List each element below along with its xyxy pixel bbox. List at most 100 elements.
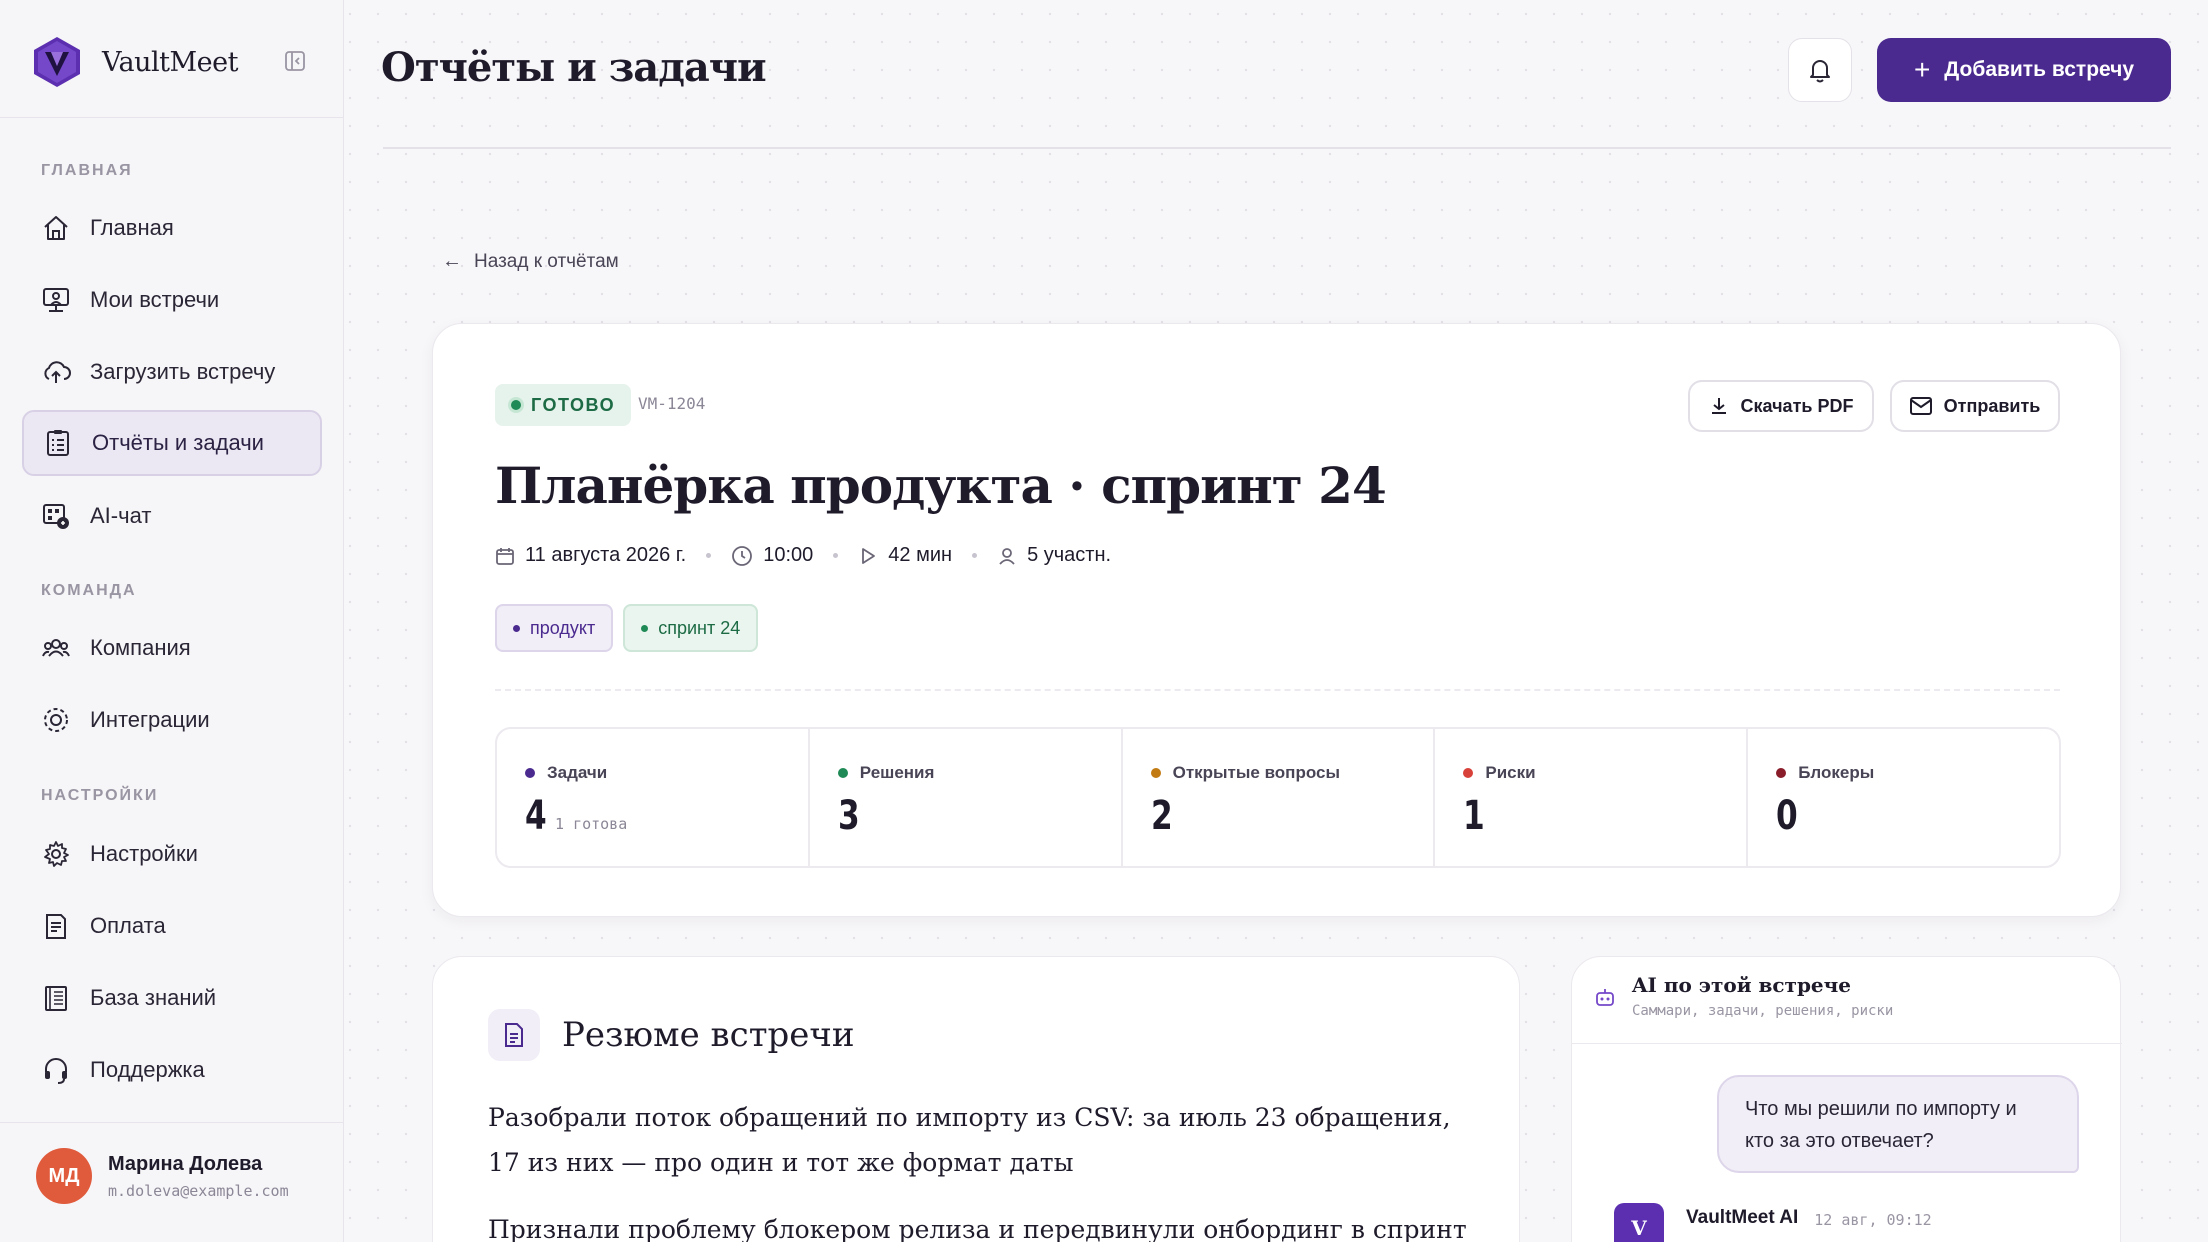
- brand[interactable]: VaultMeet: [30, 34, 320, 90]
- robot-icon: [1594, 987, 1616, 1019]
- section-label-team: КОМАНДА: [41, 582, 137, 599]
- sidebar-item-upload[interactable]: Загрузить встречу: [22, 339, 322, 405]
- sidebar-item-support[interactable]: Поддержка: [22, 1037, 322, 1103]
- vaultmeet-logo-icon: [34, 37, 80, 87]
- sidebar-item-label: Отчёты и задачи: [92, 430, 264, 455]
- integrations-icon: [40, 704, 72, 736]
- sidebar-item-my-meetings[interactable]: Мои встречи: [22, 267, 322, 333]
- sidebar-item-label: Поддержка: [90, 1057, 205, 1082]
- summary-paragraph: Признали проблему блокером релиза и пере…: [488, 1215, 1467, 1242]
- meeting-id: VM-1204: [638, 394, 706, 413]
- status-dot: [511, 400, 521, 410]
- sidebar-item-label: Главная: [90, 215, 174, 240]
- notifications-button[interactable]: [1788, 38, 1852, 102]
- report-icon: [42, 427, 74, 459]
- stat-value: 1: [1463, 793, 1486, 839]
- download-pdf-button[interactable]: Скачать PDF: [1688, 380, 1874, 432]
- meeting-participants: 5 участн.: [997, 544, 1111, 567]
- add-meeting-button[interactable]: + Добавить встречу: [1877, 38, 2171, 102]
- stat-value: 0: [1776, 793, 1798, 839]
- download-pdf-label: Скачать PDF: [1740, 395, 1854, 416]
- ai-panel-divider: [1572, 1043, 2122, 1044]
- meeting-card: ГОТОВО VM-1204 Скачать PDF Отправить Пла…: [432, 323, 2121, 917]
- ai-chat-icon: [40, 500, 72, 532]
- stat-blockers[interactable]: Блокеры 0: [1748, 729, 2059, 866]
- user-profile[interactable]: МД Марина Долева m.doleva@example.com: [36, 1148, 308, 1204]
- brand-name: VaultMeet: [102, 46, 238, 78]
- sidebar-item-company[interactable]: Компания: [22, 615, 322, 681]
- stat-value: 3: [837, 793, 860, 839]
- sidebar-item-ai-chat[interactable]: AI-чат: [22, 483, 322, 549]
- section-label-settings: НАСТРОЙКИ: [41, 787, 159, 804]
- stat-sub: 1 готова: [555, 815, 628, 833]
- user-email: m.doleva@example.com: [108, 1181, 289, 1200]
- stat-value: 4: [525, 793, 547, 839]
- sidebar-item-label: Интеграции: [90, 707, 210, 732]
- bell-icon: [1810, 60, 1830, 83]
- sidebar-item-reports[interactable]: Отчёты и задачи: [22, 410, 322, 476]
- stat-tasks[interactable]: Задачи 4 1 готова: [497, 729, 810, 866]
- stat-risks[interactable]: Риски 1: [1435, 729, 1749, 866]
- book-icon: [40, 982, 72, 1014]
- back-to-reports-link[interactable]: ← Назад к отчётам: [442, 250, 619, 273]
- team-icon: [40, 632, 72, 664]
- ai-panel: AI по этой встрече Саммари, задачи, реше…: [1571, 956, 2122, 1242]
- user-message: Что мы решили по импорту и кто за это от…: [1717, 1075, 2079, 1173]
- ai-panel-title: AI по этой встрече: [1632, 973, 1852, 997]
- meeting-meta: 11 августа 2026 г. 10:00 42 мин 5 участн…: [495, 544, 1111, 567]
- arrow-left-icon: ←: [442, 250, 462, 272]
- send-label: Отправить: [1943, 395, 2041, 416]
- sidebar-item-label: Настройки: [90, 841, 198, 866]
- meeting-time: 10:00: [731, 544, 813, 567]
- section-label-main: ГЛАВНАЯ: [41, 162, 133, 179]
- user-name: Марина Долева: [108, 1152, 263, 1175]
- bot-timestamp: 12 авг, 09:12: [1814, 1211, 1932, 1229]
- gear-icon: [40, 838, 72, 870]
- sidebar-item-label: Оплата: [90, 913, 166, 938]
- page-title: Отчёты и задачи: [381, 44, 767, 91]
- card-divider: [495, 689, 2060, 691]
- meeting-date: 11 августа 2026 г.: [495, 544, 686, 567]
- meeting-tags: продукт спринт 24: [495, 604, 768, 652]
- summary-paragraph: Разобрали поток обращений по импорту из …: [488, 1103, 1451, 1177]
- avatar: МД: [36, 1148, 92, 1204]
- back-link-label: Назад к отчётам: [474, 250, 619, 272]
- home-icon: [40, 212, 72, 244]
- clock-icon: [731, 545, 753, 567]
- status-badge: ГОТОВО: [495, 384, 632, 426]
- download-icon: [1709, 396, 1729, 416]
- summary-title: Резюме встречи: [562, 1015, 855, 1055]
- bot-name: VaultMeet AI: [1686, 1207, 1799, 1228]
- sidebar-collapse-icon[interactable]: [284, 50, 306, 72]
- meeting-title: Планёрка продукта · спринт 24: [495, 456, 1387, 515]
- ai-panel-subtitle: Саммари, задачи, решения, риски: [1632, 1003, 1894, 1019]
- sidebar-item-billing[interactable]: Оплата: [22, 893, 322, 959]
- sidebar-item-label: AI-чат: [90, 503, 152, 528]
- sidebar-item-home[interactable]: Главная: [22, 195, 322, 261]
- sidebar-item-label: Компания: [90, 635, 191, 660]
- stat-decisions[interactable]: Решения 3: [810, 729, 1123, 866]
- upload-cloud-icon: [40, 356, 72, 388]
- sidebar-item-integrations[interactable]: Интеграции: [22, 687, 322, 753]
- meeting-duration: 42 мин: [858, 544, 952, 567]
- tag-sprint[interactable]: спринт 24: [623, 604, 759, 652]
- plus-icon: +: [1913, 54, 1931, 85]
- billing-icon: [40, 910, 72, 942]
- header-divider: [383, 147, 2171, 149]
- tag-product[interactable]: продукт: [495, 604, 614, 652]
- send-button[interactable]: Отправить: [1890, 380, 2060, 432]
- meeting-stats: Задачи 4 1 готова Решения 3 Открытые воп…: [495, 727, 2061, 868]
- stat-open-questions[interactable]: Открытые вопросы 2: [1123, 729, 1436, 866]
- person-icon: [997, 546, 1017, 566]
- status-label: ГОТОВО: [531, 394, 616, 415]
- sidebar-item-settings[interactable]: Настройки: [22, 821, 322, 887]
- sidebar-item-label: База знаний: [90, 985, 217, 1010]
- add-meeting-label: Добавить встречу: [1944, 58, 2135, 81]
- summary-card: Резюме встречи Разобрали поток обращений…: [432, 956, 1520, 1242]
- user-divider: [0, 1122, 344, 1123]
- bot-avatar: V: [1614, 1203, 1664, 1242]
- document-icon: [488, 1009, 540, 1061]
- sidebar-item-label: Мои встречи: [90, 287, 220, 312]
- sidebar-item-knowledge-base[interactable]: База знаний: [22, 965, 322, 1031]
- stat-value: 2: [1150, 793, 1173, 839]
